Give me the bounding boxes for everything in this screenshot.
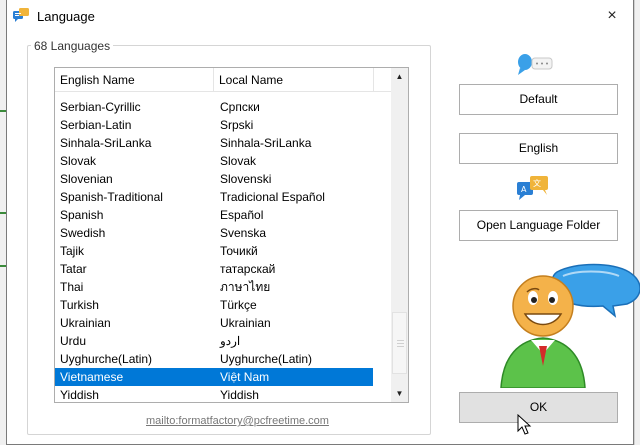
local-name: Ukrainian	[220, 316, 271, 330]
local-name: Uyghurche(Latin)	[220, 352, 313, 366]
language-app-icon	[13, 8, 29, 22]
window-title: Language	[37, 9, 95, 24]
list-item[interactable]: Slovak Slovak	[55, 152, 393, 170]
list-item[interactable]: Sinhala-SriLanka Sinhala-SriLanka	[55, 134, 393, 152]
english-name: Yiddish	[60, 388, 99, 402]
svg-text:文: 文	[533, 178, 541, 188]
list-item[interactable]: Spanish Español	[55, 206, 393, 224]
list-item[interactable]: Serbian-Cyrillic Српски	[55, 98, 393, 116]
list-item[interactable]: Turkish Türkçe	[55, 296, 393, 314]
title-bar[interactable]: Language ×	[7, 0, 633, 32]
local-name: Српски	[220, 100, 260, 114]
local-name: татарскай	[220, 262, 276, 276]
list-scrollbar[interactable]: ▲ ▼	[391, 68, 408, 402]
close-button[interactable]: ×	[599, 4, 625, 28]
speech-bubble-icon	[518, 54, 553, 75]
local-name: Türkçe	[220, 298, 257, 312]
close-icon: ×	[607, 7, 617, 24]
ok-button[interactable]: OK	[459, 392, 618, 423]
local-name: Slovak	[220, 154, 257, 168]
smiling-person-chat-mascot	[500, 263, 640, 388]
list-item[interactable]: Spanish-Traditional Tradicional Español	[55, 188, 393, 206]
open-language-folder-button[interactable]: Open Language Folder	[459, 210, 618, 241]
scroll-down-arrow-icon[interactable]: ▼	[391, 385, 408, 402]
list-item-selected[interactable]: Vietnamese Việt Nam	[55, 368, 373, 386]
list-item[interactable]: Yiddish Yiddish	[55, 386, 393, 402]
local-name: Sinhala-SriLanka	[220, 136, 312, 150]
local-name: Svenska	[220, 226, 267, 240]
language-list[interactable]: English Name Local Name Serbian-Cyrillic…	[54, 67, 409, 403]
english-name: Urdu	[60, 334, 87, 348]
local-name: Việt Nam	[220, 370, 270, 384]
local-name: Точикй	[220, 244, 258, 258]
english-button[interactable]: English	[459, 133, 618, 164]
english-name: Serbian-Cyrillic	[60, 100, 141, 114]
english-name: Sinhala-SriLanka	[60, 136, 152, 150]
list-item[interactable]: Uyghurche(Latin) Uyghurche(Latin)	[55, 350, 393, 368]
english-name: Swedish	[60, 226, 106, 240]
language-dialog: Language × 68 Languages English Name Loc…	[6, 0, 640, 445]
mouse-pointer-icon	[517, 414, 532, 435]
english-name: Tatar	[60, 262, 87, 276]
english-name: Vietnamese	[60, 370, 124, 384]
default-button[interactable]: Default	[459, 84, 618, 115]
list-item[interactable]: Swedish Svenska	[55, 224, 393, 242]
local-name: اردو	[220, 334, 241, 348]
list-item[interactable]: Slovenian Slovenski	[55, 170, 393, 188]
english-name: Slovak	[60, 154, 97, 168]
english-name: Slovenian	[60, 172, 113, 186]
list-item[interactable]: Thai ภาษาไทย	[55, 278, 393, 296]
scroll-thumb[interactable]	[392, 312, 407, 374]
scroll-up-arrow-icon[interactable]: ▲	[391, 68, 408, 85]
mailto-link[interactable]: mailto:formatfactory@pcfreetime.com	[146, 415, 329, 427]
list-item[interactable]: Tajik Точикй	[55, 242, 393, 260]
english-name: Spanish	[60, 208, 104, 222]
local-name: ภาษาไทย	[220, 280, 271, 294]
list-item[interactable]: Ukrainian Ukrainian	[55, 314, 393, 332]
english-name: Tajik	[60, 244, 85, 258]
english-name: Thai	[60, 280, 84, 294]
local-name: Slovenski	[220, 172, 272, 186]
scroll-grip-line	[397, 340, 404, 341]
list-body: Serbian-Cyrillic Српски Serbian-Latin Srps…	[55, 98, 393, 402]
local-name: Srpski	[220, 118, 254, 132]
english-name: Ukrainian	[60, 316, 111, 330]
local-name: Tradicional Español	[220, 190, 325, 204]
column-header-local-name[interactable]: Local Name	[214, 68, 374, 92]
scroll-grip-line	[397, 343, 404, 344]
scroll-grip-line	[397, 346, 404, 347]
list-item[interactable]: Tatar татарскай	[55, 260, 393, 278]
english-name: Turkish	[60, 298, 99, 312]
english-name: Serbian-Latin	[60, 118, 132, 132]
local-name: Español	[220, 208, 264, 222]
english-name: Uyghurche(Latin)	[60, 352, 153, 366]
languages-count-legend: 68 Languages	[31, 39, 114, 53]
column-header-english-name[interactable]: English Name	[55, 68, 214, 92]
list-header: English Name Local Name	[55, 68, 393, 92]
list-item[interactable]: Urdu اردو	[55, 332, 393, 350]
english-name: Spanish-Traditional	[60, 190, 163, 204]
svg-text:A: A	[521, 185, 527, 194]
language-chat-icon: A 文	[517, 176, 548, 200]
list-item[interactable]: Serbian-Latin Srpski	[55, 116, 393, 134]
local-name: Yiddish	[220, 388, 259, 402]
